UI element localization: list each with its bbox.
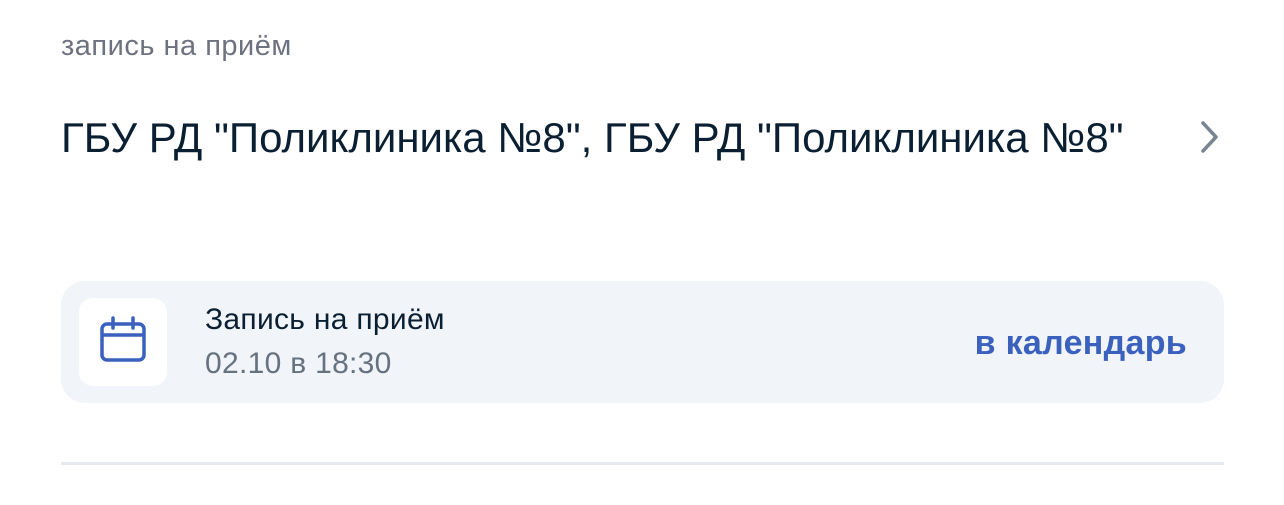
calendar-icon-container [79, 298, 167, 386]
chevron-right-icon[interactable] [1196, 117, 1224, 157]
clinic-title: ГБУ РД "Поликлиника №8", ГБУ РД "Поликли… [61, 114, 1124, 161]
clinic-row[interactable]: ГБУ РД "Поликлиника №8", ГБУ РД "Поликли… [61, 108, 1224, 168]
appointment-title: Запись на приём [205, 303, 445, 336]
calendar-icon [98, 315, 148, 370]
section-label: запись на приём [61, 30, 292, 62]
appointment-card: запись на приём ГБУ РД "Поликлиника №8",… [0, 0, 1284, 505]
appointment-block: Запись на приём 02.10 в 18:30 в календар… [61, 281, 1224, 403]
add-to-calendar-link[interactable]: в календарь [975, 324, 1187, 363]
appointment-datetime: 02.10 в 18:30 [205, 347, 392, 380]
divider [61, 462, 1224, 465]
